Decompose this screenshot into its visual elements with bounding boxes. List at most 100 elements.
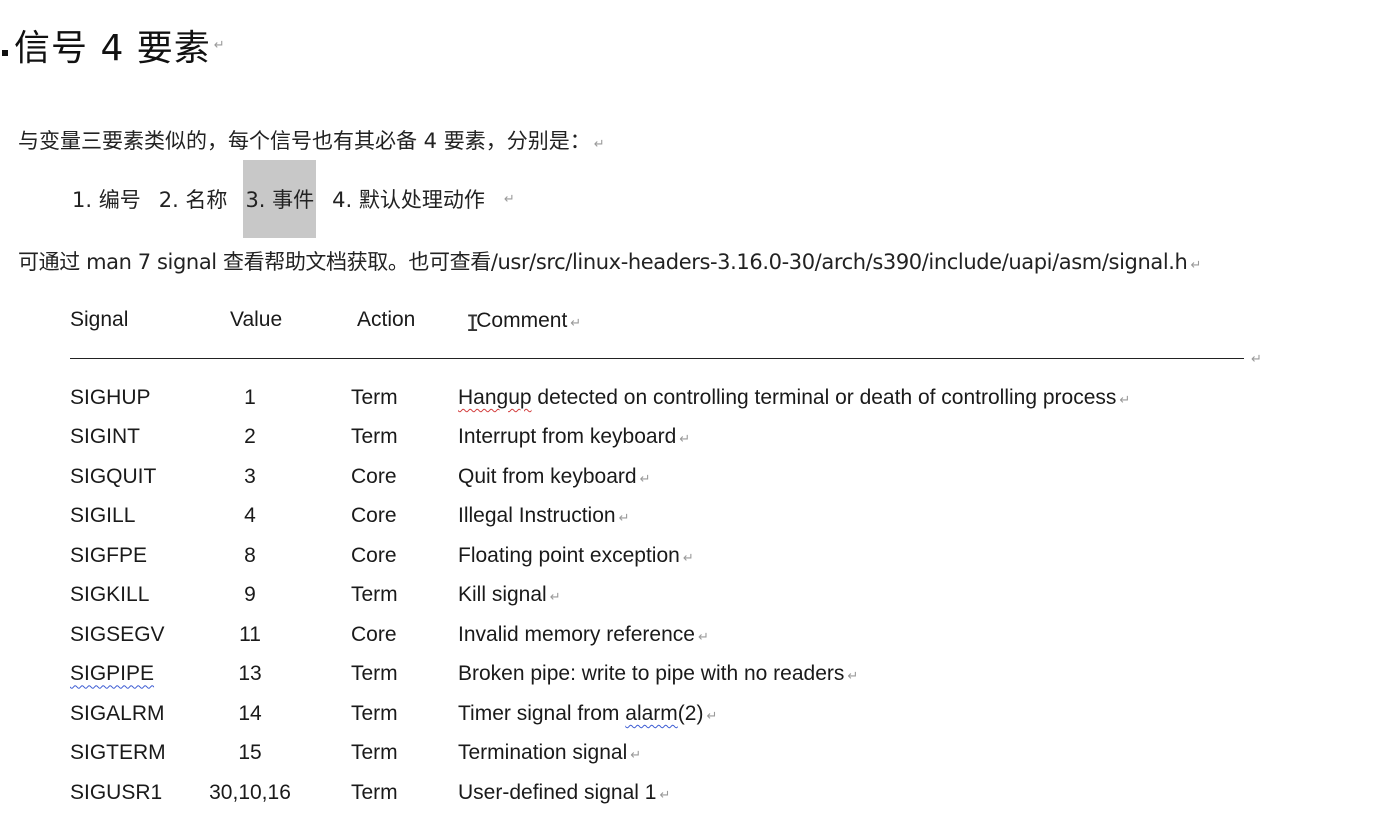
cell-signal: SIGUSR1 [70, 780, 163, 804]
cell-value: 2 [244, 425, 256, 449]
cell-comment-text: Hangup detected on controlling terminal … [458, 385, 1117, 409]
cell-signal: SIGHUP [70, 385, 151, 409]
cell-value: 3 [244, 464, 256, 488]
cell-comment: User-defined signal 1 ↵ [458, 781, 670, 805]
paragraph-mark-icon: ↵ [593, 137, 605, 152]
signals-table: Signal Value Action IComment ↵ ↵ SIGHUP 1 T… [70, 300, 1270, 813]
cell-signal: SIGFPE [70, 543, 148, 567]
cell-signal: SIGKILL [70, 583, 150, 607]
paragraph-mark-icon: ↵ [1190, 258, 1201, 273]
cell-comment: Invalid memory reference ↵ [458, 623, 709, 647]
header-signal: Signal [70, 308, 129, 331]
paragraph-mark-icon: ↵ [630, 747, 642, 763]
paragraph-mark-icon: ↵ [213, 37, 225, 53]
header-value: Value [230, 308, 283, 331]
cell-comment: Interrupt from keyboard ↵ [458, 425, 690, 449]
table-row: SIGSEGV 11 Core Invalid memory reference ↵ [70, 615, 1270, 655]
cell-action: Term [351, 662, 398, 686]
cell-action: Term [351, 385, 398, 409]
cell-comment-text: Kill signal [458, 583, 547, 607]
table-row: SIGTERM 15 Term Termination signal ↵ [70, 734, 1270, 774]
cell-signal: SIGSEGV [70, 622, 165, 646]
cell-action: Term [351, 425, 398, 449]
element-item-number: 1. 编号 [72, 188, 141, 212]
cell-signal: SIGPIPE [70, 662, 155, 686]
heading-text: 信号 4 要素 [14, 28, 211, 69]
cell-value: 8 [244, 543, 256, 567]
cell-value: 11 [239, 622, 261, 646]
cell-comment: Termination signal ↵ [458, 741, 641, 765]
cell-action: Core [351, 622, 397, 646]
cell-value: 30,10,16 [209, 780, 291, 804]
table-header-row: Signal Value Action IComment ↵ [70, 300, 1270, 340]
table-body: SIGHUP 1 Term Hangup detected on controllin… [70, 378, 1270, 813]
cell-signal: SIGILL [70, 504, 136, 528]
cell-signal: SIGALRM [70, 701, 165, 725]
cell-signal: SIGTERM [70, 741, 166, 765]
table-row: SIGILL 4 Core Illegal Instruction ↵ [70, 497, 1270, 537]
table-row: SIGALRM 14 Term Timer signal from alarm(2) ↵ [70, 694, 1270, 734]
cell-signal: SIGINT [70, 425, 141, 449]
cell-comment: Floating point exception ↵ [458, 544, 694, 568]
paragraph-mark-icon: ↵ [549, 589, 561, 605]
cell-comment-text: Broken pipe: write to pipe with no reade… [458, 662, 845, 686]
cell-action: Core [351, 543, 397, 567]
cell-value: 14 [238, 701, 262, 725]
header-comment: Comment [476, 308, 568, 332]
intro-text: 与变量三要素类似的，每个信号也有其必备 4 要素，分别是： [18, 129, 591, 153]
cell-value: 1 [244, 385, 256, 409]
cell-comment-text: User-defined signal 1 [458, 780, 657, 804]
cell-value: 4 [244, 504, 256, 528]
cell-comment-text: Timer signal from alarm(2) [458, 701, 704, 725]
table-row: SIGFPE 8 Core Floating point exception ↵ [70, 536, 1270, 576]
cell-comment-text: Termination signal [458, 741, 628, 765]
cell-comment: Hangup detected on controlling terminal … [458, 386, 1130, 410]
paragraph-mark-icon: ↵ [503, 191, 515, 207]
table-row: SIGPIPE 13 Term Broken pipe: write to pipe … [70, 655, 1270, 695]
cell-comment-text: Illegal Instruction [458, 504, 616, 528]
paragraph-mark-icon: ↵ [618, 510, 630, 526]
text-cursor-icon: I [466, 311, 480, 337]
paragraph-mark-icon: ↵ [682, 549, 694, 565]
reference-text: 可通过 man 7 signal 查看帮助文档获取。也可查看/usr/src/l… [18, 250, 1188, 274]
cell-value: 13 [238, 662, 262, 686]
table-row: SIGKILL 9 Term Kill signal ↵ [70, 576, 1270, 616]
paragraph-mark-icon: ↵ [659, 786, 671, 802]
element-item-name: 2. 名称 [158, 188, 228, 212]
reference-paragraph: 可通过 man 7 signal 查看帮助文档获取。也可查看/usr/src/l… [18, 246, 1201, 276]
cell-comment: Kill signal ↵ [458, 583, 561, 607]
header-comment-cell: IComment ↵ [466, 308, 582, 337]
paragraph-mark-icon: ↵ [679, 431, 691, 447]
cell-comment-text: Quit from keyboard [458, 464, 637, 488]
table-row: SIGQUIT 3 Core Quit from keyboard ↵ [70, 457, 1270, 497]
heading-bullet-icon [2, 50, 8, 56]
paragraph-mark-icon: ↵ [570, 314, 582, 330]
cell-action: Core [351, 464, 397, 488]
cell-comment-text: Interrupt from keyboard [458, 425, 677, 449]
cell-action: Term [351, 583, 398, 607]
paragraph-mark-icon: ↵ [847, 668, 859, 684]
cell-value: 15 [238, 741, 262, 765]
intro-paragraph: 与变量三要素类似的，每个信号也有其必备 4 要素，分别是： ↵ [18, 125, 605, 155]
header-rule-row: ↵ [70, 340, 1270, 378]
cell-action: Term [351, 741, 398, 765]
paragraph-mark-icon: ↵ [1251, 352, 1262, 367]
header-action: Action [357, 308, 416, 331]
cell-action: Term [351, 701, 398, 725]
cell-comment: Timer signal from alarm(2) ↵ [458, 702, 717, 726]
cell-signal: SIGQUIT [70, 464, 157, 488]
paragraph-mark-icon: ↵ [706, 707, 718, 723]
cell-comment: Broken pipe: write to pipe with no reade… [458, 662, 858, 686]
header-divider [70, 358, 1244, 359]
table-row: SIGINT 2 Term Interrupt from keyboard ↵ [70, 418, 1270, 458]
section-heading: 信号 4 要素 ↵ [0, 22, 225, 69]
element-item-event-selected[interactable]: 3. 事件 [243, 160, 317, 238]
element-item-default-action: 4. 默认处理动作 [332, 188, 485, 212]
paragraph-mark-icon: ↵ [697, 628, 709, 644]
cell-comment-text: Floating point exception [458, 543, 680, 567]
cell-comment: Illegal Instruction ↵ [458, 504, 630, 528]
cell-action: Term [351, 780, 398, 804]
cell-comment: Quit from keyboard ↵ [458, 465, 650, 489]
table-row: SIGHUP 1 Term Hangup detected on controllin… [70, 378, 1270, 418]
paragraph-mark-icon: ↵ [1119, 391, 1131, 407]
